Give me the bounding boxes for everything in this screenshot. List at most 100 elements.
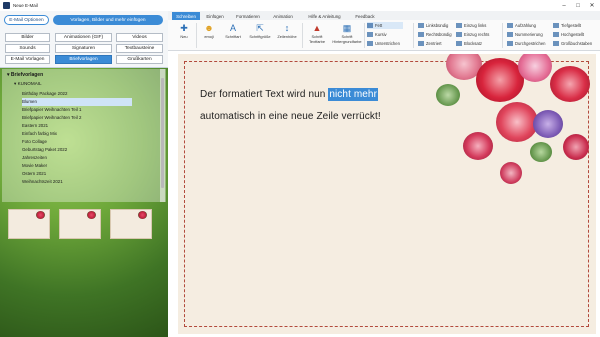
category-signatures[interactable]: Signaturen bbox=[55, 44, 112, 53]
justify-icon bbox=[456, 41, 462, 46]
leaf-decoration bbox=[436, 84, 460, 106]
category-greeting-cards[interactable]: Grußkarten bbox=[116, 55, 163, 64]
flower-decoration bbox=[476, 58, 524, 102]
letter-border bbox=[184, 61, 589, 327]
italic-icon bbox=[367, 32, 373, 37]
line-height-button[interactable]: ↕ Zeilenhöhe bbox=[274, 23, 300, 40]
scrollbar-thumb[interactable] bbox=[161, 78, 164, 188]
tab-help[interactable]: Hilfe & Anleitung bbox=[301, 12, 348, 20]
ribbon-tab-bar: Schreiben Einfügen Formatieren Animation… bbox=[168, 11, 600, 20]
emoji-button[interactable]: ☻ emoji bbox=[200, 23, 218, 40]
superscript-icon bbox=[553, 32, 559, 37]
insert-panel-header: E-Mail Optionen Vorlagen, Bilder und meh… bbox=[0, 11, 168, 68]
align-left-button[interactable]: Linksbündig bbox=[418, 22, 448, 29]
align-right-icon bbox=[418, 32, 424, 37]
italic-button[interactable]: Kursiv bbox=[367, 31, 403, 38]
tree-item[interactable]: Ostern 2021 bbox=[22, 170, 132, 178]
tab-email-options[interactable]: E-Mail Optionen bbox=[4, 15, 49, 25]
tab-insert-templates[interactable]: Vorlagen, Bilder und mehr einfügen bbox=[53, 15, 163, 25]
flower-decoration bbox=[36, 211, 45, 219]
tree-item[interactable]: Geburtstag Paket 2022 bbox=[22, 146, 132, 154]
highlight-color-button[interactable]: ▦ Schrift Hintergrundfarbe bbox=[332, 23, 362, 44]
font-size-button[interactable]: ⇱ Schriftgröße bbox=[247, 23, 273, 40]
leaf-decoration bbox=[530, 142, 552, 162]
flower-decoration bbox=[463, 132, 493, 160]
tree-item[interactable]: Foto Collage bbox=[22, 138, 132, 146]
minimize-icon[interactable]: – bbox=[557, 0, 571, 11]
text-line-1[interactable]: Der formatiert Text wird nun nicht mehr bbox=[200, 88, 379, 101]
ribbon-separator bbox=[196, 23, 197, 48]
maximize-icon[interactable]: □ bbox=[571, 0, 585, 11]
tree-item[interactable]: Weihnachtszeit 2021 bbox=[22, 178, 132, 186]
template-previews bbox=[2, 206, 166, 242]
justify-button[interactable]: Blocksatz bbox=[456, 40, 482, 47]
align-right-button[interactable]: Rechtsbündig bbox=[418, 31, 452, 38]
tree-item[interactable]: Movie Maker bbox=[22, 162, 132, 170]
strikethrough-button[interactable]: Durchgestrichen bbox=[507, 40, 546, 47]
template-thumbnail[interactable] bbox=[8, 209, 50, 239]
flower-decoration bbox=[496, 102, 538, 142]
title-bar: Neue E-Mail – □ ✕ bbox=[0, 0, 600, 11]
tree-item-selected[interactable]: Blumen bbox=[22, 98, 132, 106]
tab-insert[interactable]: Einfügen bbox=[202, 12, 228, 20]
align-left-icon bbox=[418, 23, 424, 28]
template-thumbnail[interactable] bbox=[59, 209, 101, 239]
ribbon-separator bbox=[302, 23, 303, 48]
tab-feedback[interactable]: Feedback bbox=[351, 12, 379, 20]
uppercase-button[interactable]: Großbuchstaben bbox=[553, 40, 592, 47]
indent-right-icon bbox=[456, 32, 462, 37]
bullets-button[interactable]: Aufzählung bbox=[507, 22, 536, 29]
tree-item[interactable]: Briefpapier Weihnachten Teil 1 bbox=[22, 106, 132, 114]
category-images[interactable]: Bilder bbox=[5, 33, 50, 42]
font-button[interactable]: A Schriftart bbox=[221, 23, 245, 40]
strikethrough-icon bbox=[507, 41, 513, 46]
ribbon-separator bbox=[364, 23, 365, 48]
tree-item[interactable]: Briefpapier Weihnachten Teil 2 bbox=[22, 114, 132, 122]
tree-item[interactable]: Jahreszeiten bbox=[22, 154, 132, 162]
tree-item[interactable]: Eastern 2021 bbox=[22, 122, 132, 130]
category-videos[interactable]: Videos bbox=[116, 33, 163, 42]
flower-decoration bbox=[550, 66, 590, 102]
bold-icon bbox=[367, 23, 373, 28]
indent-left-icon bbox=[456, 23, 462, 28]
close-icon[interactable]: ✕ bbox=[585, 0, 599, 11]
category-email-templates[interactable]: E-Mail Vorlagen bbox=[5, 55, 50, 64]
flower-decoration bbox=[87, 211, 96, 219]
flower-decoration bbox=[500, 162, 522, 184]
tab-animation[interactable]: Animation bbox=[268, 12, 298, 20]
new-button[interactable]: ✚ Neu bbox=[176, 23, 192, 40]
numbering-button[interactable]: Nummerierung bbox=[507, 31, 543, 38]
email-editor[interactable]: Der formatiert Text wird nun nicht mehr … bbox=[178, 54, 596, 334]
text-line-2[interactable]: automatisch in eine neue Zeile verrückt! bbox=[200, 111, 381, 122]
tab-write[interactable]: Schreiben bbox=[172, 12, 200, 20]
ribbon-separator bbox=[413, 23, 414, 48]
tree-item[interactable]: Birthday Package 2022 bbox=[22, 90, 132, 98]
subscript-icon bbox=[553, 23, 559, 28]
tree-root-label: Briefvorlagen bbox=[10, 72, 44, 78]
tree-scrollbar[interactable] bbox=[160, 69, 165, 202]
underline-button[interactable]: Unterstrichen bbox=[367, 40, 407, 47]
template-thumbnail[interactable] bbox=[110, 209, 152, 239]
window-title: Neue E-Mail bbox=[13, 3, 38, 8]
indent-right-button[interactable]: Einzug rechts bbox=[456, 31, 489, 38]
text-color-button[interactable]: ▲ Schrift Textfarbe bbox=[304, 23, 330, 44]
align-center-button[interactable]: Zentriert bbox=[418, 40, 442, 47]
indent-left-button[interactable]: Einzug links bbox=[456, 22, 486, 29]
tree-root[interactable]: ▾ Briefvorlagen bbox=[7, 72, 43, 78]
category-sounds[interactable]: Sounds bbox=[5, 44, 50, 53]
bold-button[interactable]: Fett bbox=[367, 22, 403, 29]
superscript-button[interactable]: Hochgestellt bbox=[553, 31, 584, 38]
category-animations[interactable]: Animationen (GIF) bbox=[55, 33, 112, 42]
selected-text[interactable]: nicht mehr bbox=[328, 88, 379, 101]
subscript-button[interactable]: Tiefgestellt bbox=[553, 22, 581, 29]
tree-item[interactable]: Einfach farbig Mix bbox=[22, 130, 132, 138]
tree-group[interactable]: ▾ KUNOMAIL bbox=[14, 81, 42, 87]
flower-decoration bbox=[563, 134, 589, 160]
category-letter-templates[interactable]: Briefvorlagen bbox=[55, 55, 112, 64]
template-tree: ▾ Briefvorlagen ▾ KUNOMAIL Birthday Pack… bbox=[2, 69, 166, 202]
ribbon-toolbar: ✚ Neu ☻ emoji A Schriftart ⇱ Schriftgröß… bbox=[168, 20, 600, 51]
ribbon-separator bbox=[502, 23, 503, 48]
tab-format[interactable]: Formatieren bbox=[231, 12, 265, 20]
app-icon bbox=[3, 2, 10, 9]
category-text-blocks[interactable]: Textbausteine bbox=[116, 44, 163, 53]
